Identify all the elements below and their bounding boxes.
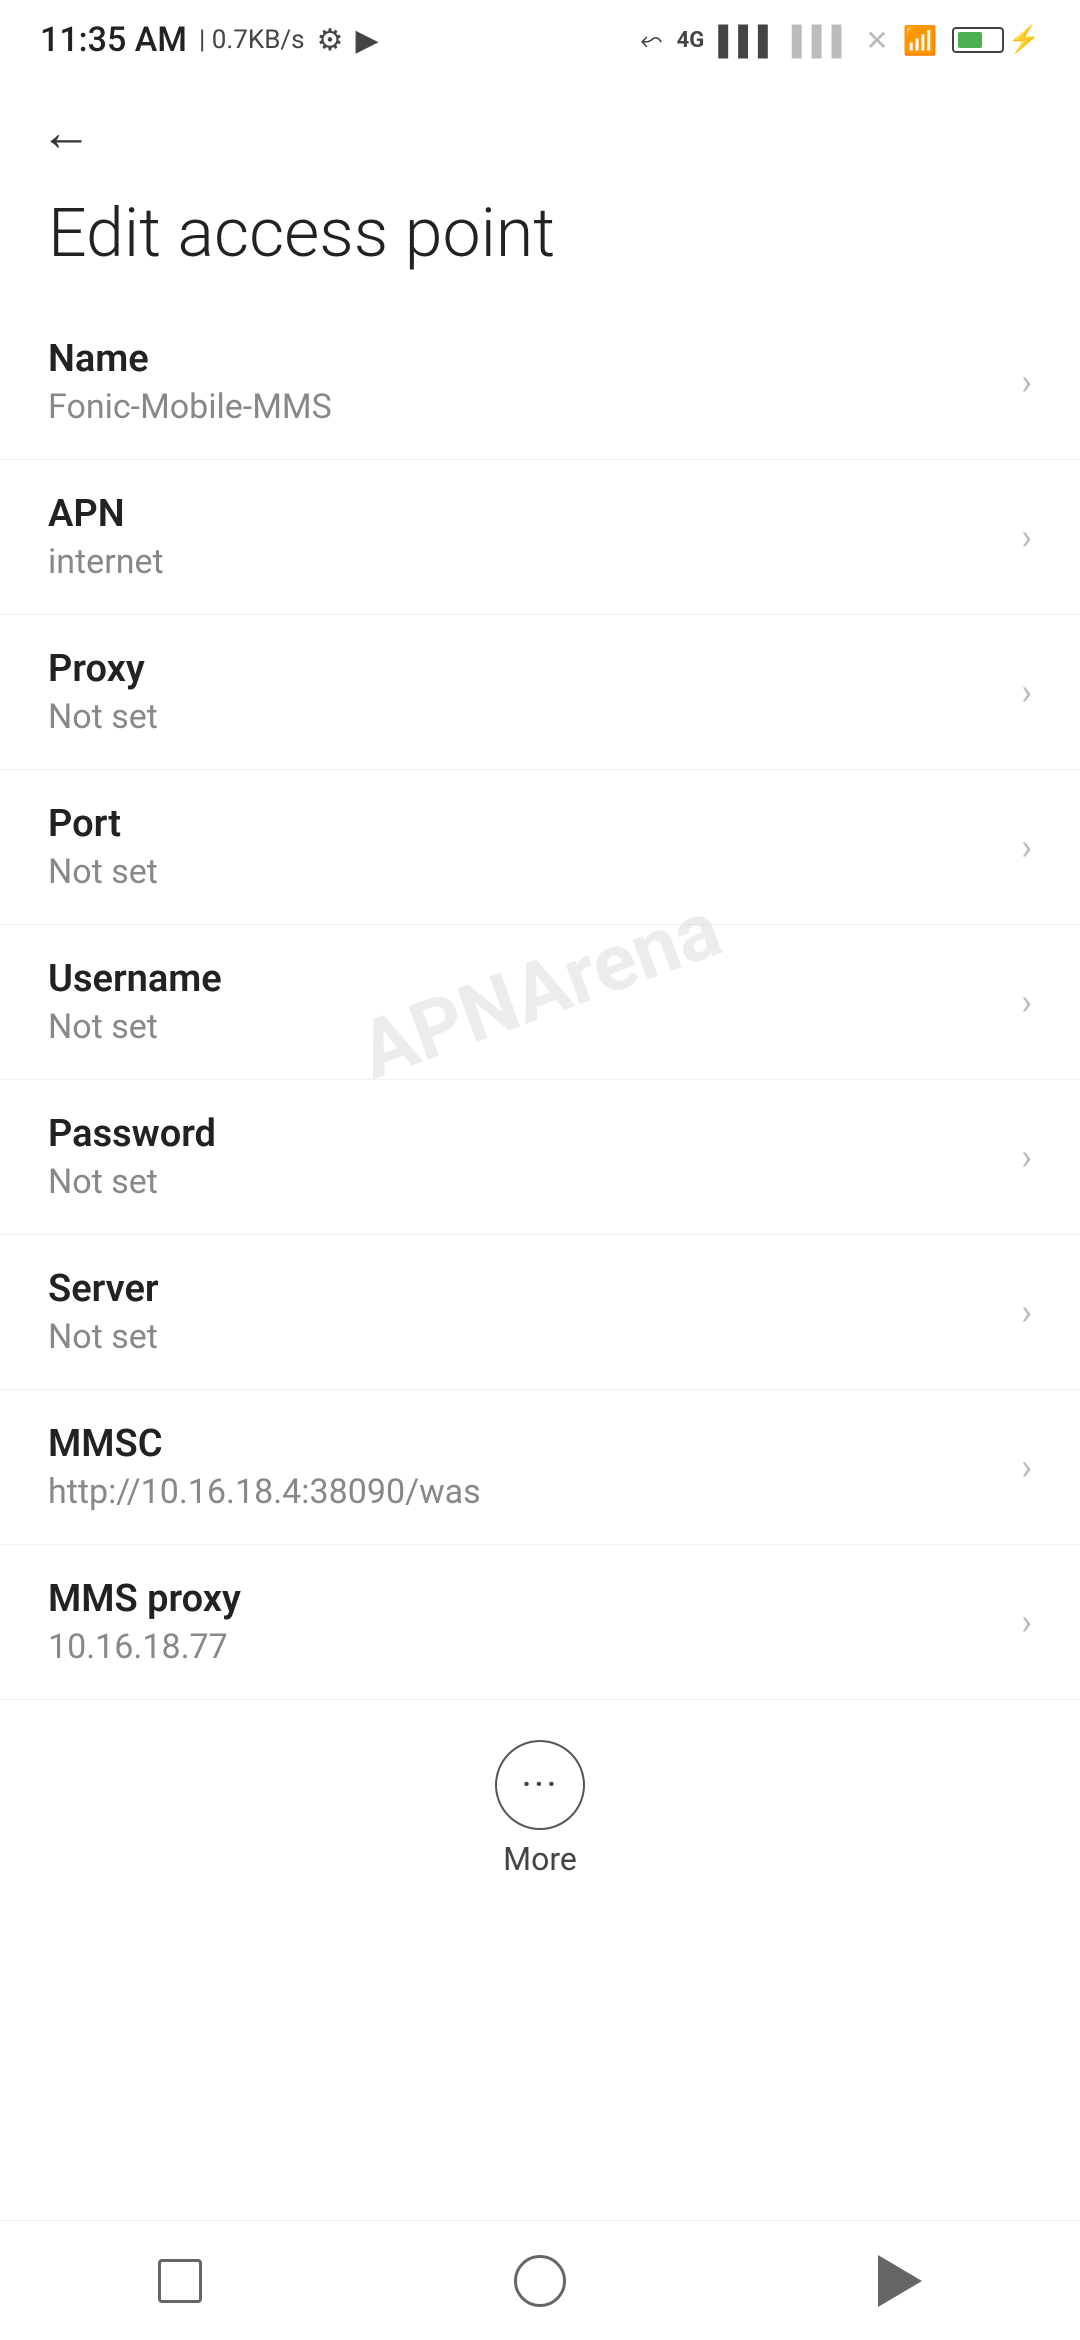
settings-item-username-label: Username: [48, 957, 1001, 1001]
more-label: More: [503, 1840, 577, 1878]
settings-item-port-content: Port Not set: [48, 802, 1001, 892]
bolt-icon: ⚡: [1008, 25, 1040, 55]
signal-x-icon: ✕: [865, 24, 888, 57]
settings-item-name-content: Name Fonic-Mobile-MMS: [48, 337, 1001, 427]
settings-item-mmsc-value: http://10.16.18.4:38090/was: [48, 1472, 1001, 1512]
chevron-right-icon: ›: [1021, 1601, 1032, 1643]
settings-item-apn-value: internet: [48, 542, 1001, 582]
back-nav-button[interactable]: [860, 2251, 940, 2311]
settings-item-apn-label: APN: [48, 492, 1001, 536]
settings-item-password-content: Password Not set: [48, 1112, 1001, 1202]
settings-item-username-content: Username Not set: [48, 957, 1001, 1047]
settings-item-mms-proxy-label: MMS proxy: [48, 1577, 1001, 1621]
status-speed: | 0.7KB/s: [199, 25, 305, 55]
status-bar: 11:35 AM | 0.7KB/s ⚙ ▶ ⬿ 4G ▌▌▌ ▌▌▌ ✕ 📶 …: [0, 0, 1080, 72]
settings-item-mmsc-content: MMSC http://10.16.18.4:38090/was: [48, 1422, 1001, 1512]
settings-item-password-value: Not set: [48, 1162, 1001, 1202]
chevron-right-icon: ›: [1021, 1446, 1032, 1488]
settings-item-port-label: Port: [48, 802, 1001, 846]
chevron-right-icon: ›: [1021, 981, 1032, 1023]
signal-bars-icon: ▌▌▌: [718, 24, 778, 57]
settings-item-proxy[interactable]: Proxy Not set ›: [0, 615, 1080, 770]
settings-icon: ⚙: [317, 23, 344, 58]
status-bar-left: 11:35 AM | 0.7KB/s ⚙ ▶: [40, 20, 379, 60]
battery-container: ⚡: [952, 25, 1040, 55]
settings-item-apn-content: APN internet: [48, 492, 1001, 582]
home-button[interactable]: [500, 2251, 580, 2311]
settings-item-mmsc-label: MMSC: [48, 1422, 1001, 1466]
home-icon: [514, 2255, 566, 2307]
settings-item-port[interactable]: Port Not set ›: [0, 770, 1080, 925]
chevron-right-icon: ›: [1021, 361, 1032, 403]
settings-item-server-label: Server: [48, 1267, 1001, 1311]
more-button[interactable]: ···: [495, 1740, 585, 1830]
bluetooth-icon: ⬿: [640, 23, 662, 57]
wifi-icon: 📶: [903, 24, 938, 57]
back-nav-icon: [878, 2255, 922, 2307]
settings-item-server-value: Not set: [48, 1317, 1001, 1357]
settings-item-username[interactable]: Username Not set ›: [0, 925, 1080, 1080]
settings-item-password[interactable]: Password Not set ›: [0, 1080, 1080, 1235]
chevron-right-icon: ›: [1021, 826, 1032, 868]
status-bar-right: ⬿ 4G ▌▌▌ ▌▌▌ ✕ 📶 ⚡: [640, 23, 1040, 57]
settings-item-proxy-value: Not set: [48, 697, 1001, 737]
settings-item-proxy-label: Proxy: [48, 647, 1001, 691]
status-time: 11:35 AM: [40, 20, 187, 60]
signal-4g-icon: 4G: [677, 28, 705, 53]
settings-item-server-content: Server Not set: [48, 1267, 1001, 1357]
page-title: Edit access point: [0, 173, 1080, 305]
bottom-nav: [0, 2220, 1080, 2340]
more-dots-icon: ···: [521, 1765, 558, 1805]
settings-item-mms-proxy-value: 10.16.18.77: [48, 1627, 1001, 1667]
chevron-right-icon: ›: [1021, 671, 1032, 713]
settings-item-server[interactable]: Server Not set ›: [0, 1235, 1080, 1390]
settings-item-name[interactable]: Name Fonic-Mobile-MMS ›: [0, 305, 1080, 460]
recent-apps-button[interactable]: [140, 2251, 220, 2311]
settings-list: Name Fonic-Mobile-MMS › APN internet › P…: [0, 305, 1080, 1700]
settings-item-name-label: Name: [48, 337, 1001, 381]
settings-item-proxy-content: Proxy Not set: [48, 647, 1001, 737]
settings-item-mms-proxy[interactable]: MMS proxy 10.16.18.77 ›: [0, 1545, 1080, 1700]
more-section[interactable]: ··· More: [0, 1700, 1080, 1908]
settings-item-mmsc[interactable]: MMSC http://10.16.18.4:38090/was ›: [0, 1390, 1080, 1545]
back-btn[interactable]: ←: [0, 72, 1080, 173]
settings-item-mms-proxy-content: MMS proxy 10.16.18.77: [48, 1577, 1001, 1667]
chevron-right-icon: ›: [1021, 516, 1032, 558]
signal-bars2-icon: ▌▌▌: [792, 24, 852, 57]
chevron-right-icon: ›: [1021, 1291, 1032, 1333]
settings-item-password-label: Password: [48, 1112, 1001, 1156]
chevron-right-icon: ›: [1021, 1136, 1032, 1178]
back-arrow-icon[interactable]: ←: [40, 102, 92, 163]
settings-item-port-value: Not set: [48, 852, 1001, 892]
recent-apps-icon: [158, 2259, 202, 2303]
settings-item-apn[interactable]: APN internet ›: [0, 460, 1080, 615]
video-icon: ▶: [355, 23, 378, 58]
battery-fill: [958, 32, 982, 48]
settings-item-name-value: Fonic-Mobile-MMS: [48, 387, 1001, 427]
battery-box: [952, 27, 1004, 53]
settings-item-username-value: Not set: [48, 1007, 1001, 1047]
